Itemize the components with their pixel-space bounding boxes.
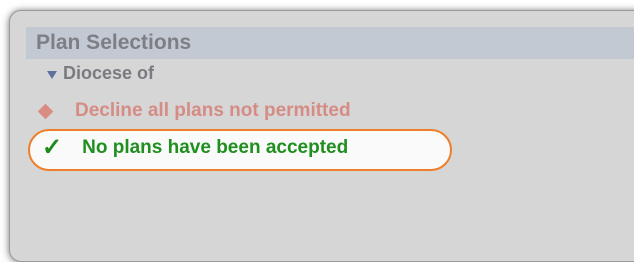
disclosure-triangle-icon[interactable] (47, 70, 57, 79)
section-title: Plan Selections (36, 31, 192, 54)
diocese-group-toggle[interactable]: Diocese of (47, 63, 154, 84)
diocese-group-label: Diocese of (63, 63, 155, 83)
diamond-icon (37, 103, 54, 119)
accepted-status-row: ✓ No plans have been accepted (42, 136, 348, 160)
accepted-status-label: No plans have been accepted (82, 137, 349, 158)
decline-status-row: Decline all plans not permitted (37, 100, 351, 122)
decline-status-label: Decline all plans not permitted (75, 100, 351, 121)
check-icon: ✓ (42, 134, 63, 161)
section-header: Plan Selections (26, 27, 634, 59)
